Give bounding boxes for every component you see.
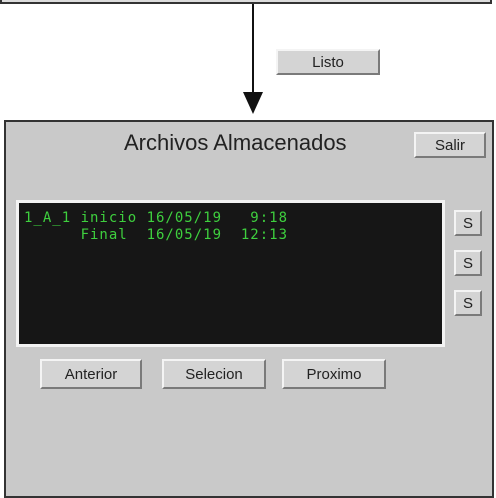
select-record-button-3[interactable]: S [454, 290, 482, 316]
proximo-button[interactable]: Proximo [282, 359, 386, 389]
flow-arrow-head [243, 92, 263, 114]
record-line-start: 1_A_1 inicio 16/05/19 9:18 [24, 210, 289, 226]
flow-arrow-line [252, 4, 254, 96]
archivos-almacenados-window: Archivos Almacenados Salir 1_A_1 inicio … [4, 120, 494, 498]
records-display: 1_A_1 inicio 16/05/19 9:18 Final 16/05/1… [16, 200, 445, 347]
anterior-button[interactable]: Anterior [40, 359, 142, 389]
record-line-end: Final 16/05/19 12:13 [24, 227, 289, 243]
window-title: Archivos Almacenados [124, 130, 347, 155]
selecion-button[interactable]: Selecion [162, 359, 266, 389]
select-record-button-1[interactable]: S [454, 210, 482, 236]
listo-button[interactable]: Listo [276, 49, 380, 75]
salir-button[interactable]: Salir [414, 132, 486, 158]
select-record-button-2[interactable]: S [454, 250, 482, 276]
previous-window-frame [0, 0, 492, 4]
